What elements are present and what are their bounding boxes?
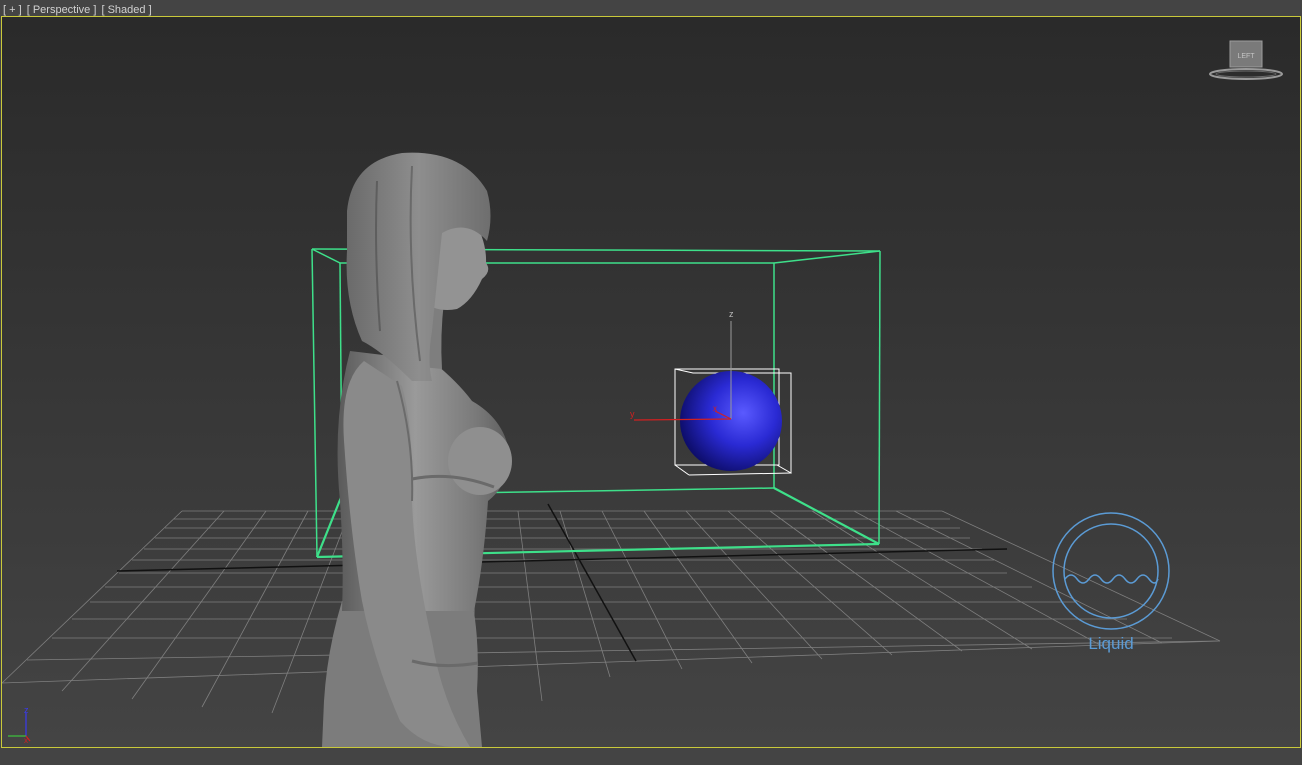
viewport-plus-menu[interactable]: [ + ]	[3, 4, 22, 16]
gizmo-axis-y-label: y	[630, 409, 635, 419]
viewport-bottom-strip	[0, 748, 1302, 765]
world-axis-x-label: x	[24, 736, 28, 745]
gizmo-axis-x-label: x	[713, 404, 717, 413]
human-figure-model[interactable]	[322, 152, 512, 747]
grid-axes	[116, 503, 1008, 662]
viewcube-icon[interactable]: LEFT	[1206, 37, 1286, 81]
world-axis-z-label: z	[24, 705, 29, 715]
viewport-pov-menu[interactable]: [ Perspective ]	[27, 4, 97, 16]
home-grid	[2, 510, 1221, 728]
viewport-shading-menu[interactable]: [ Shaded ]	[101, 4, 151, 16]
viewport-label-menu: [ + ] [ Perspective ] [ Shaded ]	[3, 3, 154, 17]
liquid-label: Liquid	[1088, 634, 1133, 653]
perspective-viewport[interactable]: z y x Liquid z x LEFT	[1, 16, 1301, 748]
scene-canvas[interactable]: z y x Liquid z x	[2, 17, 1300, 747]
max-viewport-app: [ + ] [ Perspective ] [ Shaded ] z y x L…	[0, 0, 1302, 765]
gizmo-axis-z-label: z	[729, 309, 734, 319]
viewcube-face-label: LEFT	[1237, 53, 1255, 60]
